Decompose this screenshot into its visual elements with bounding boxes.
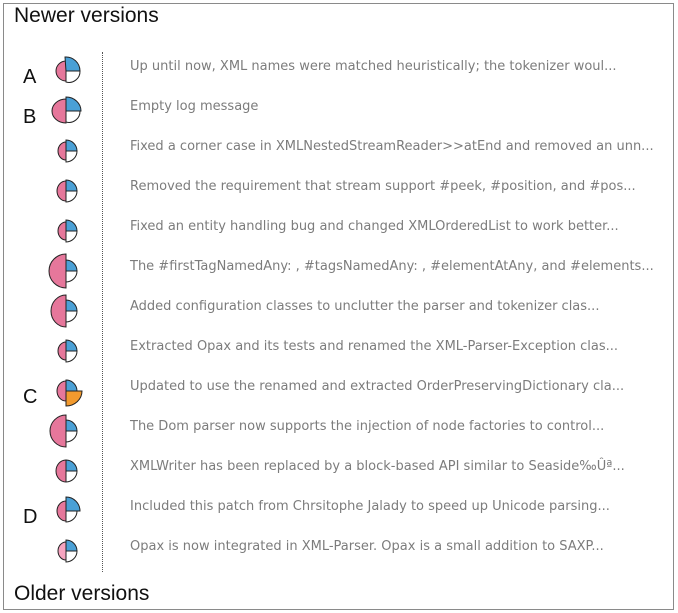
version-glyph — [55, 459, 78, 483]
version-row[interactable]: A Up until now, XML names were matched h… — [0, 56, 676, 108]
version-glyph — [56, 379, 83, 407]
version-glyph — [57, 219, 78, 243]
commit-message: The #firstTagNamedAny: , #tagsNamedAny: … — [130, 259, 654, 274]
version-glyph — [57, 339, 78, 363]
commit-message: Fixed an entity handling bug and changed… — [130, 219, 619, 234]
version-glyph — [55, 56, 81, 83]
commit-message: Included this patch from Chrsitophe Jala… — [130, 499, 610, 514]
version-glyph — [57, 539, 78, 563]
marker-label: C — [23, 386, 38, 408]
commit-message: Updated to use the renamed and extracted… — [130, 379, 625, 394]
version-glyph — [51, 96, 82, 124]
version-glyph — [48, 253, 78, 289]
version-glyph — [56, 496, 81, 523]
commit-message: Up until now, XML names were matched heu… — [130, 59, 617, 74]
marker-label: B — [23, 106, 37, 128]
commit-message: Opax is now integrated in XML-Parser. Op… — [130, 539, 604, 554]
commit-message: Added configuration classes to unclutter… — [130, 299, 600, 314]
version-glyph — [57, 139, 78, 163]
commit-message: Removed the requirement that stream supp… — [130, 179, 636, 194]
version-glyph — [56, 179, 78, 203]
marker-label: D — [23, 506, 38, 528]
commit-message: Fixed a corner case in XMLNestedStreamRe… — [130, 139, 654, 154]
version-glyph — [49, 414, 78, 448]
commit-message: XMLWriter has been replaced by a block-b… — [130, 459, 625, 474]
newer-versions-heading: Newer versions — [14, 4, 159, 27]
older-versions-heading: Older versions — [14, 582, 150, 605]
commit-message: Empty log message — [130, 99, 259, 114]
marker-label: A — [23, 66, 37, 88]
version-glyph — [50, 294, 78, 328]
commit-message: Extracted Opax and its tests and renamed… — [130, 339, 619, 354]
commit-message: The Dom parser now supports the injectio… — [130, 419, 605, 434]
